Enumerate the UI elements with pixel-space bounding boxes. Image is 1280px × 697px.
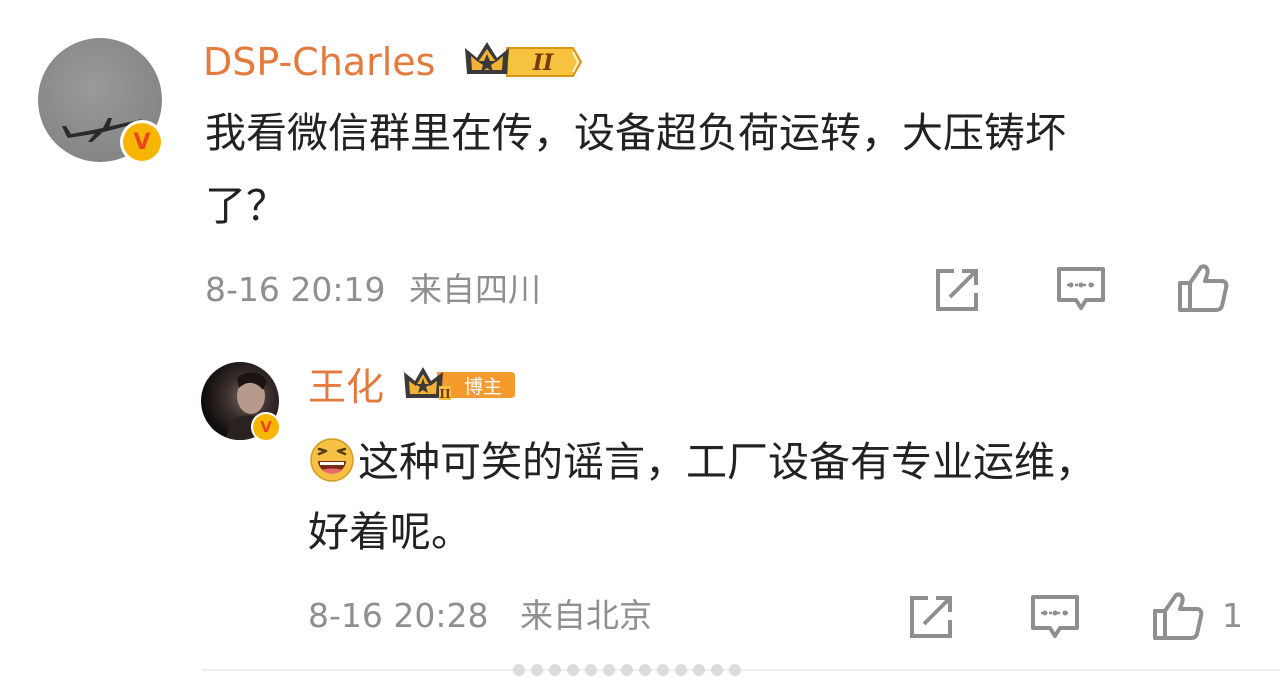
share-icon[interactable] — [906, 592, 956, 642]
svg-text:II: II — [532, 50, 554, 76]
verified-badge: V — [120, 120, 164, 164]
comment-text-line: 这种可笑的谣言，工厂设备有专业运维， — [358, 438, 1096, 486]
comment-text-line: 了？ — [205, 182, 287, 230]
laughing-emoji-icon — [310, 438, 354, 482]
comment-text-line: 好着呢。 — [308, 508, 472, 556]
svg-text:博主: 博主 — [464, 376, 502, 398]
like-icon[interactable] — [1177, 263, 1229, 313]
comment-location: 来自四川 — [409, 270, 541, 309]
comment-time: 8-16 20:19 — [205, 270, 386, 309]
comment-time: 8-16 20:28 — [308, 596, 489, 635]
comment-location: 来自北京 — [520, 596, 652, 635]
like-count: 1 — [1222, 596, 1243, 635]
username[interactable]: 王化 — [308, 365, 384, 409]
level-badge: II — [465, 42, 583, 77]
like-icon[interactable] — [1152, 591, 1204, 641]
crown-icon — [465, 42, 509, 74]
username[interactable]: DSP-Charles — [203, 40, 435, 84]
crown-icon — [404, 367, 443, 398]
level-badge: II 博主 — [404, 367, 515, 401]
share-icon[interactable] — [932, 265, 982, 315]
comment-icon[interactable] — [1030, 594, 1080, 640]
avatar[interactable]: V — [38, 38, 164, 164]
comment-text-line: 我看微信群里在传，设备超负荷运转，大压铸坏 — [205, 109, 1066, 157]
svg-text:II: II — [439, 387, 451, 401]
avatar[interactable]: V — [201, 362, 281, 442]
verified-badge: V — [251, 412, 281, 442]
watermark-dots — [513, 664, 741, 676]
comment-icon[interactable] — [1056, 266, 1106, 312]
